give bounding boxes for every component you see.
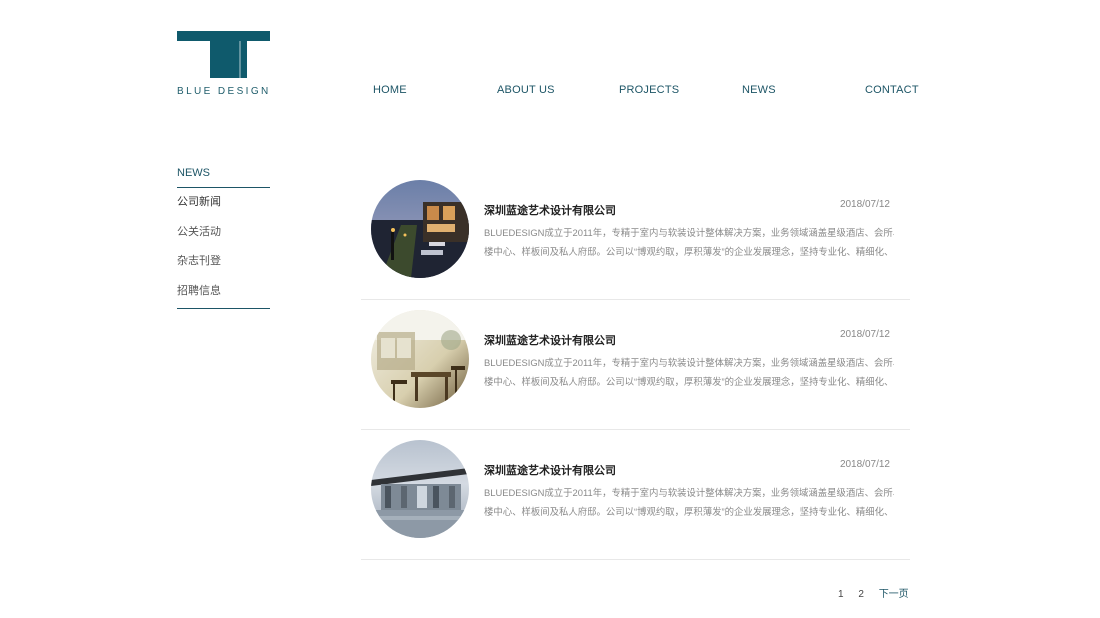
page: BLUE DESIGN HOME ABOUT US PROJECTS NEWS …	[0, 0, 1100, 618]
news-date: 2018/07/12	[839, 459, 890, 470]
news-item[interactable]: 深圳蓝途艺术设计有限公司 2018/07/12 BLUEDESIGN成立于201…	[361, 300, 910, 430]
news-date: 2018/07/12	[839, 329, 890, 340]
news-item[interactable]: 深圳蓝途艺术设计有限公司 2018/07/12 BLUEDESIGN成立于201…	[361, 170, 910, 300]
news-title[interactable]: 深圳蓝途艺术设计有限公司	[484, 332, 616, 348]
news-summary: BLUEDESIGN成立于2011年，专精于室内与软装设计整体解决方案，业务领域…	[484, 223, 894, 261]
sidebar-list: 公司新闻 公关活动 杂志刊登 招聘信息	[177, 188, 270, 306]
next-page-link[interactable]: 下一页	[879, 589, 909, 600]
nav-about-us[interactable]: ABOUT US	[497, 84, 555, 96]
sidebar-item-recruitment[interactable]: 招聘信息	[177, 277, 270, 307]
news-item[interactable]: 深圳蓝途艺术设计有限公司 2018/07/12 BLUEDESIGN成立于201…	[361, 430, 910, 560]
news-date: 2018/07/12	[839, 199, 890, 210]
logo-mark-bar	[177, 31, 270, 41]
glass-pavilion-image[interactable]	[371, 440, 469, 538]
page-2-link[interactable]: 2	[858, 589, 864, 600]
news-summary-line: 楼中心、样板间及私人府邸。公司以“博观约取，厚积薄发”的企业发展理念，坚持专业化…	[484, 246, 894, 257]
news-summary-line: 楼中心、样板间及私人府邸。公司以“博观约取，厚积薄发”的企业发展理念，坚持专业化…	[484, 376, 894, 387]
cafe-interior-image[interactable]	[371, 310, 469, 408]
news-list: 深圳蓝途艺术设计有限公司 2018/07/12 BLUEDESIGN成立于201…	[361, 170, 910, 560]
nav-news[interactable]: NEWS	[742, 84, 776, 96]
pagination: 1 2 下一页	[838, 585, 909, 600]
sidebar-title: NEWS	[177, 166, 270, 188]
nav-projects[interactable]: PROJECTS	[619, 84, 679, 96]
news-title[interactable]: 深圳蓝途艺术设计有限公司	[484, 462, 616, 478]
nav-contact[interactable]: CONTACT	[865, 84, 919, 96]
news-summary-line: BLUEDESIGN成立于2011年，专精于室内与软装设计整体解决方案，业务领域…	[484, 487, 894, 498]
sidebar-item-company-news[interactable]: 公司新闻	[177, 188, 270, 218]
news-summary-line: BLUEDESIGN成立于2011年，专精于室内与软装设计整体解决方案，业务领域…	[484, 357, 894, 368]
logo-mark-stem	[210, 41, 247, 78]
news-summary: BLUEDESIGN成立于2011年，专精于室内与软装设计整体解决方案，业务领域…	[484, 353, 894, 391]
rooftop-terrace-image[interactable]	[371, 180, 469, 278]
news-title[interactable]: 深圳蓝途艺术设计有限公司	[484, 202, 616, 218]
news-summary: BLUEDESIGN成立于2011年，专精于室内与软装设计整体解决方案，业务领域…	[484, 483, 894, 521]
sidebar: NEWS 公司新闻 公关活动 杂志刊登 招聘信息	[177, 166, 270, 309]
page-1-link[interactable]: 1	[838, 589, 844, 600]
news-summary-line: BLUEDESIGN成立于2011年，专精于室内与软装设计整体解决方案，业务领域…	[484, 227, 894, 238]
news-summary-line: 楼中心、样板间及私人府邸。公司以“博观约取，厚积薄发”的企业发展理念，坚持专业化…	[484, 506, 894, 517]
brand-logo[interactable]: BLUE DESIGN	[177, 31, 271, 101]
sidebar-divider	[177, 308, 270, 309]
nav-home[interactable]: HOME	[373, 84, 407, 96]
logo-text: BLUE DESIGN	[177, 86, 271, 97]
sidebar-item-magazine[interactable]: 杂志刊登	[177, 247, 270, 277]
sidebar-item-pr-events[interactable]: 公关活动	[177, 218, 270, 248]
